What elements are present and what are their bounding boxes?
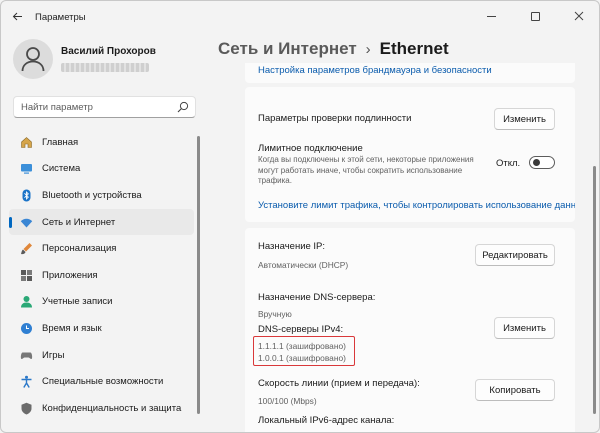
sidebar-item-label: Сеть и Интернет xyxy=(42,216,116,228)
shield-icon xyxy=(19,401,33,415)
display-icon xyxy=(19,162,33,176)
metered-connection-description: Когда вы подключены к этой сети, некотор… xyxy=(258,155,474,185)
breadcrumb: Сеть и Интернет › Ethernet xyxy=(218,39,449,59)
dns-assignment-value: Вручную xyxy=(258,309,292,319)
brush-icon xyxy=(19,242,33,256)
set-data-limit-link[interactable]: Установите лимит трафика, чтобы контроли… xyxy=(258,200,575,211)
accessibility-icon xyxy=(19,375,33,389)
edit-dns-button[interactable]: Изменить xyxy=(494,317,555,339)
auth-settings-label: Параметры проверки подлинности xyxy=(258,113,412,124)
sidebar-item-bluetooth[interactable]: Bluetooth и устройства xyxy=(9,182,194,209)
sidebar-item-privacy[interactable]: Конфиденциальность и защита xyxy=(9,395,194,422)
link-speed-label: Скорость линии (прием и передача): xyxy=(258,378,420,389)
back-button[interactable] xyxy=(7,8,27,28)
search-input[interactable]: Найти параметр xyxy=(21,102,93,113)
chevron-right-icon: › xyxy=(365,40,371,58)
sidebar-item-label: Главная xyxy=(42,136,79,148)
sidebar-item-label: Персонализация xyxy=(42,243,117,255)
dns-assignment-label: Назначение DNS-сервера: xyxy=(258,292,376,303)
bluetooth-icon xyxy=(19,188,33,202)
sidebar-item-label: Учетные записи xyxy=(42,296,113,308)
app-title: Параметры xyxy=(35,12,86,23)
minimize-icon xyxy=(486,15,496,17)
sidebar-item-label: Конфиденциальность и защита xyxy=(42,402,182,414)
ipv6-link-local-label: Локальный IPv6-адрес канала: xyxy=(258,415,395,426)
home-icon xyxy=(19,135,33,149)
minimize-button[interactable] xyxy=(469,1,513,31)
avatar xyxy=(13,39,53,79)
close-button[interactable] xyxy=(557,1,599,31)
sidebar-item-label: Bluetooth и устройства xyxy=(42,189,142,201)
search-box[interactable]: Найти параметр xyxy=(13,96,196,118)
person-avatar-icon xyxy=(21,47,45,72)
search-icon[interactable] xyxy=(177,101,189,113)
security-card: Настройка параметров брандмауэра и безоп… xyxy=(245,63,575,83)
toggle-knob xyxy=(533,159,540,166)
sidebar-item-label: Игры xyxy=(42,349,65,361)
metered-connection-toggle[interactable] xyxy=(529,156,555,169)
sidebar-item-network[interactable]: Сеть и Интернет xyxy=(9,208,194,236)
person-icon xyxy=(19,295,33,309)
sidebar-item-label: Специальные возможности xyxy=(42,376,164,388)
edit-auth-button[interactable]: Изменить xyxy=(494,108,555,130)
sidebar-item-label: Система xyxy=(42,163,81,175)
sidebar-item-accessibility[interactable]: Специальные возможности xyxy=(9,368,194,395)
link-speed-value: 100/100 (Mbps) xyxy=(258,396,317,406)
ip-assignment-label: Назначение IP: xyxy=(258,241,326,252)
apps-icon xyxy=(19,268,33,282)
user-email-redacted xyxy=(61,63,149,72)
sidebar-item-label: Приложения xyxy=(42,269,98,281)
dns-servers-highlight xyxy=(253,336,355,366)
copy-properties-button[interactable]: Копировать xyxy=(475,379,555,401)
settings-window: Параметры Василий Прохоров Найти парамет… xyxy=(0,0,600,433)
metered-connection-label: Лимитное подключение xyxy=(258,143,363,154)
maximize-button[interactable] xyxy=(513,1,557,31)
sidebar-item-system[interactable]: Система xyxy=(9,156,194,183)
arrow-left-icon xyxy=(12,12,22,21)
dns-ipv4-label: DNS-серверы IPv4: xyxy=(258,324,344,335)
sidebar-scrollbar[interactable] xyxy=(197,136,200,414)
sidebar-nav: Главная Система Bluetooth и устройства С… xyxy=(9,129,194,422)
ip-properties-card: Назначение IP: Автоматически (DHCP) Реда… xyxy=(245,228,575,432)
globe-clock-icon xyxy=(19,321,33,335)
connection-settings-card: Параметры проверки подлинности Изменить … xyxy=(245,87,575,222)
sidebar-item-label: Время и язык xyxy=(42,322,102,334)
maximize-icon xyxy=(530,11,540,21)
breadcrumb-parent[interactable]: Сеть и Интернет xyxy=(218,39,357,59)
edit-ip-button[interactable]: Редактировать xyxy=(475,244,555,266)
title-bar: Параметры xyxy=(1,1,599,35)
sidebar-item-gaming[interactable]: Игры xyxy=(9,342,194,369)
sidebar-item-apps[interactable]: Приложения xyxy=(9,262,194,289)
page-title: Ethernet xyxy=(379,39,449,58)
metered-toggle-state: Откл. xyxy=(496,158,521,169)
sidebar-item-time-language[interactable]: Время и язык xyxy=(9,315,194,342)
firewall-settings-link[interactable]: Настройка параметров брандмауэра и безоп… xyxy=(258,65,492,76)
ip-assignment-value: Автоматически (DHCP) xyxy=(258,260,349,270)
window-controls xyxy=(469,1,599,31)
main-scrollbar[interactable] xyxy=(593,166,596,414)
user-name: Василий Прохоров xyxy=(61,46,156,57)
wifi-icon xyxy=(19,215,33,229)
gamepad-icon xyxy=(19,348,33,362)
sidebar-item-home[interactable]: Главная xyxy=(9,129,194,156)
user-profile[interactable]: Василий Прохоров xyxy=(13,39,193,87)
sidebar-item-personalization[interactable]: Персонализация xyxy=(9,235,194,262)
close-icon xyxy=(574,11,584,21)
main-content: Настройка параметров брандмауэра и безоп… xyxy=(245,63,575,432)
sidebar-item-accounts[interactable]: Учетные записи xyxy=(9,289,194,316)
